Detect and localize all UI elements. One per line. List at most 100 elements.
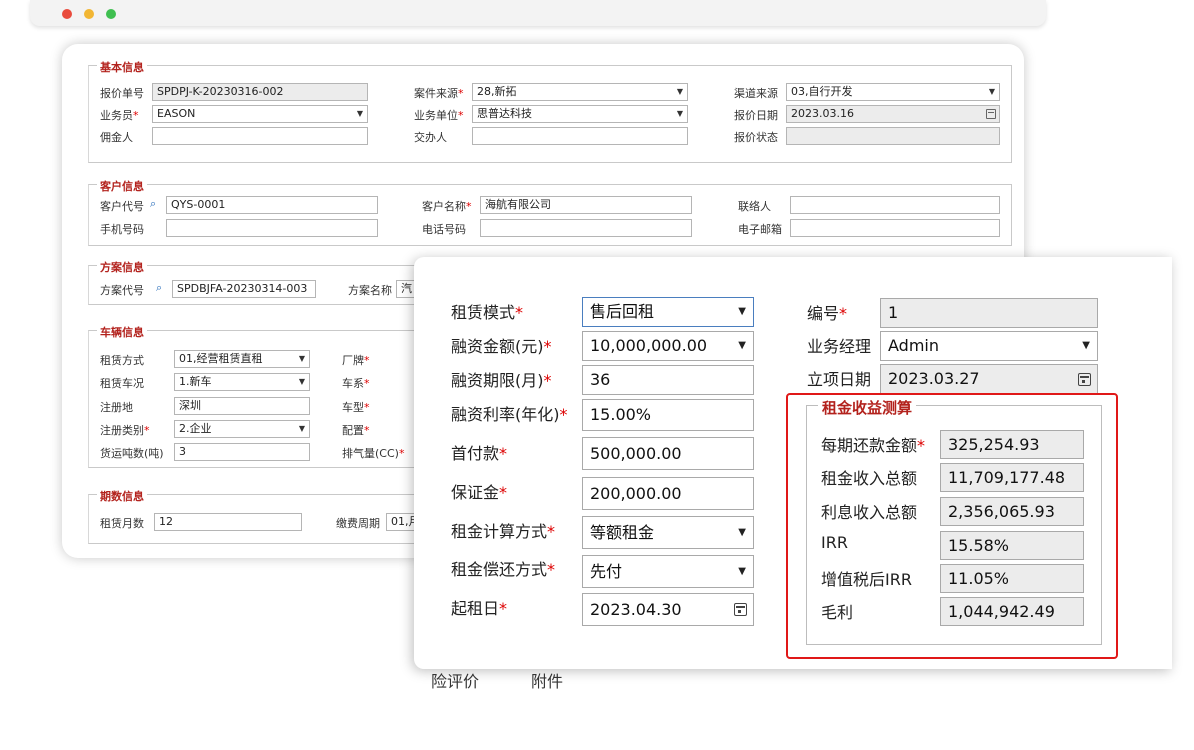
quote-no-field[interactable]: SPDPJ-K-20230316-002 <box>152 83 368 101</box>
dropdown-arrow-icon: ▼ <box>738 566 746 577</box>
calendar-icon <box>1078 373 1091 386</box>
customer-code-label: 客户代号 <box>100 200 144 213</box>
term-field[interactable]: 36 <box>582 365 754 395</box>
calc-method-label: 租金计算方式* <box>451 522 556 541</box>
rate-label: 融资利率(年化)* <box>451 405 568 424</box>
total-interest-label: 利息收入总额 <box>821 503 918 522</box>
section-title: 期数信息 <box>97 488 147 504</box>
lease-months-label: 租赁月数 <box>100 517 144 530</box>
dropdown-arrow-icon: ▼ <box>356 109 363 118</box>
minimize-window-icon[interactable] <box>84 9 94 19</box>
mobile-field[interactable] <box>166 219 378 237</box>
config-label: 配置* <box>342 424 370 437</box>
deposit-field[interactable]: 200,000.00 <box>582 477 754 510</box>
calendar-icon <box>986 109 996 119</box>
vat-irr-field[interactable]: 11.05% <box>940 564 1084 593</box>
customer-code-field[interactable]: QYS-0001 <box>166 196 378 214</box>
search-icon[interactable]: ⌕ <box>156 281 162 295</box>
case-source-label: 案件来源* <box>414 87 464 100</box>
biz-unit-label: 业务单位* <box>414 109 464 122</box>
rate-field[interactable]: 15.00% <box>582 399 754 431</box>
tab-attachments[interactable]: 附件 <box>531 668 563 692</box>
irr-field[interactable]: 15.58% <box>940 531 1084 560</box>
contact-label: 联络人 <box>738 200 771 213</box>
reg-place-label: 注册地 <box>100 401 133 414</box>
calc-method-select[interactable]: 等额租金 ▼ <box>582 516 754 549</box>
lease-type-select[interactable]: 01,经营租赁直租 ▼ <box>174 350 310 368</box>
irr-label: IRR <box>821 533 848 552</box>
browser-titlebar <box>30 0 1046 26</box>
project-date-field[interactable]: 2023.03.27 <box>880 364 1098 394</box>
total-rent-label: 租金收入总额 <box>821 469 918 488</box>
section-title: 客户信息 <box>97 178 147 194</box>
dropdown-arrow-icon: ▼ <box>298 354 305 363</box>
dropdown-arrow-icon: ▼ <box>1082 340 1090 351</box>
manager-select[interactable]: Admin ▼ <box>880 331 1098 361</box>
total-rent-field[interactable]: 11,709,177.48 <box>940 463 1084 492</box>
section-title: 方案信息 <box>97 259 147 275</box>
rent-income-calc-title: 租金收益测算 <box>818 397 917 418</box>
finance-amount-select[interactable]: 10,000,000.00 ▼ <box>582 331 754 361</box>
salesman-select[interactable]: EASON ▼ <box>152 105 368 123</box>
quote-status-label: 报价状态 <box>734 131 778 144</box>
gross-profit-field[interactable]: 1,044,942.49 <box>940 597 1084 626</box>
repay-method-select[interactable]: 先付 ▼ <box>582 555 754 588</box>
reg-type-select[interactable]: 2.企业 ▼ <box>174 420 310 438</box>
start-date-label: 起租日* <box>451 599 508 618</box>
section-title: 车辆信息 <box>97 324 147 340</box>
broker-field[interactable] <box>152 127 368 145</box>
search-icon[interactable]: ⌕ <box>150 197 156 211</box>
number-field[interactable]: 1 <box>880 298 1098 328</box>
number-label: 编号* <box>807 304 848 323</box>
deposit-label: 保证金* <box>451 483 508 502</box>
dropdown-arrow-icon: ▼ <box>988 87 995 96</box>
start-date-field[interactable]: 2023.04.30 <box>582 593 754 626</box>
handler-field[interactable] <box>472 127 688 145</box>
tonnage-label: 货运吨数(吨) <box>100 447 164 460</box>
project-date-label: 立项日期 <box>807 370 872 389</box>
term-label: 融资期限(月)* <box>451 371 552 390</box>
pay-cycle-label: 缴费周期 <box>336 517 380 530</box>
brand-label: 厂牌* <box>342 354 370 367</box>
model-label: 车型* <box>342 401 370 414</box>
maximize-window-icon[interactable] <box>106 9 116 19</box>
dropdown-arrow-icon: ▼ <box>676 87 683 96</box>
down-payment-field[interactable]: 500,000.00 <box>582 437 754 470</box>
broker-label: 佣金人 <box>100 131 133 144</box>
period-payment-field[interactable]: 325,254.93 <box>940 430 1084 459</box>
total-interest-field[interactable]: 2,356,065.93 <box>940 497 1084 526</box>
channel-select[interactable]: 03,自行开发 ▼ <box>786 83 1000 101</box>
phone-field[interactable] <box>480 219 692 237</box>
dropdown-arrow-icon: ▼ <box>738 527 746 538</box>
channel-label: 渠道来源 <box>734 87 778 100</box>
lease-months-field[interactable]: 12 <box>154 513 302 531</box>
reg-place-field[interactable]: 深圳 <box>174 397 310 415</box>
case-source-select[interactable]: 28,新拓 ▼ <box>472 83 688 101</box>
email-label: 电子邮箱 <box>738 223 782 236</box>
dropdown-arrow-icon: ▼ <box>676 109 683 118</box>
plan-code-field[interactable]: SPDBJFA-20230314-003 <box>172 280 316 298</box>
manager-label: 业务经理 <box>807 337 872 356</box>
lease-mode-label: 租赁模式* <box>451 303 524 322</box>
customer-name-field[interactable]: 海航有限公司 <box>480 196 692 214</box>
tab-risk-evaluation[interactable]: 险评价 <box>431 668 479 692</box>
customer-name-label: 客户名称* <box>422 200 472 213</box>
dropdown-arrow-icon: ▼ <box>298 424 305 433</box>
handler-label: 交办人 <box>414 131 447 144</box>
lease-mode-select[interactable]: 售后回租 ▼ <box>582 297 754 327</box>
quote-status-field[interactable] <box>786 127 1000 145</box>
condition-select[interactable]: 1.新车 ▼ <box>174 373 310 391</box>
calendar-icon <box>734 603 747 616</box>
contact-field[interactable] <box>790 196 1000 214</box>
email-field[interactable] <box>790 219 1000 237</box>
biz-unit-select[interactable]: 思普达科技 ▼ <box>472 105 688 123</box>
section-title: 基本信息 <box>97 59 147 75</box>
close-window-icon[interactable] <box>62 9 72 19</box>
salesman-label: 业务员* <box>100 109 139 122</box>
condition-label: 租赁车况 <box>100 377 144 390</box>
quote-date-field[interactable]: 2023.03.16 <box>786 105 1000 123</box>
displacement-label: 排气量(CC)* <box>342 447 405 460</box>
plan-code-label: 方案代号 <box>100 284 144 297</box>
mobile-label: 手机号码 <box>100 223 144 236</box>
tonnage-field[interactable]: 3 <box>174 443 310 461</box>
